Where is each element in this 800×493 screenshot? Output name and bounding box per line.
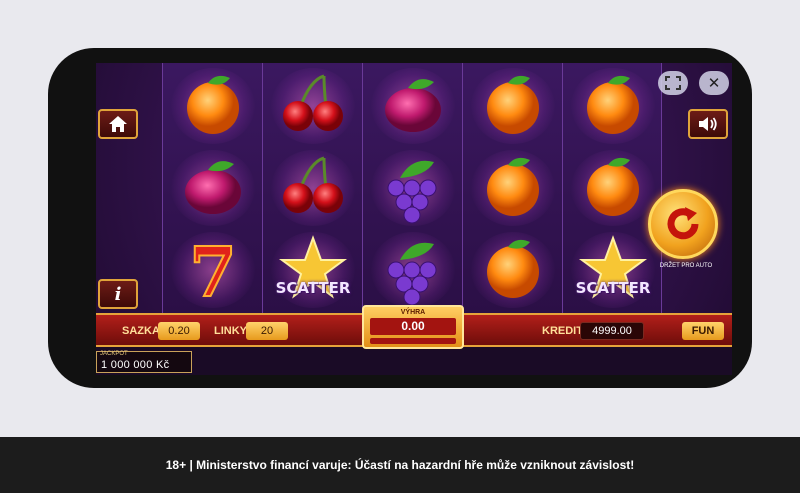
- fullscreen-button[interactable]: [658, 71, 688, 95]
- cherries-symbol: [263, 65, 363, 147]
- win-value: 0.00: [370, 318, 456, 335]
- close-button[interactable]: ✕: [699, 71, 729, 95]
- bet-label: SAZKA: [122, 325, 160, 337]
- win-strip: [370, 338, 456, 344]
- cherries-symbol: [263, 147, 363, 229]
- refresh-icon: [667, 207, 699, 240]
- fullscreen-icon: [665, 76, 681, 90]
- seven-icon: 7: [188, 234, 237, 306]
- plum-symbol: [363, 65, 463, 147]
- grapes-icon: [387, 242, 437, 306]
- gambling-warning: 18+ | Ministerstvo financí varuje: Účast…: [0, 437, 800, 493]
- spin-button[interactable]: [648, 189, 718, 259]
- orange-icon: [187, 75, 239, 134]
- reel-2: SCATTER: [262, 63, 362, 313]
- grapes-icon: [387, 160, 437, 224]
- orange-symbol: [463, 65, 563, 147]
- mode-badge[interactable]: FUN: [682, 322, 724, 340]
- autoplay-hint: DRŽET PRO AUTO: [659, 263, 713, 269]
- sound-button[interactable]: [688, 109, 728, 139]
- grapes-symbol: [363, 229, 463, 311]
- home-icon: [109, 116, 127, 132]
- plum-symbol: [163, 147, 263, 229]
- game-screen: 7 SCATTER SCATTER i ✕ DRŽET PRO AUTO SAZ…: [96, 63, 732, 375]
- jackpot-panel: JACKPOT 1 000 000 Kč: [96, 351, 192, 373]
- orange-symbol: [463, 147, 563, 229]
- orange-symbol: [163, 65, 263, 147]
- win-label: VÝHRA: [400, 309, 426, 316]
- reel-area: 7 SCATTER SCATTER: [162, 63, 662, 313]
- grapes-symbol: [363, 147, 463, 229]
- reel-4: [462, 63, 562, 313]
- credit-value: 4999.00: [580, 322, 644, 340]
- reel-1: 7: [162, 63, 262, 313]
- orange-icon: [487, 75, 539, 134]
- home-button[interactable]: [98, 109, 138, 139]
- lines-value[interactable]: 20: [246, 322, 288, 340]
- scatter-label: SCATTER: [275, 279, 351, 297]
- info-button[interactable]: i: [98, 279, 138, 309]
- scatter-symbol: SCATTER: [563, 229, 663, 311]
- credit-label: KREDIT: [542, 325, 583, 337]
- plum-icon: [385, 79, 441, 132]
- cherries-icon: [283, 74, 343, 131]
- scatter-label: SCATTER: [575, 279, 651, 297]
- seven-symbol: 7: [163, 229, 263, 311]
- reel-5: SCATTER: [562, 63, 662, 313]
- plum-icon: [185, 161, 241, 214]
- jackpot-title: JACKPOT: [100, 351, 128, 357]
- jackpot-value: 1 000 000 Kč: [101, 359, 170, 371]
- close-icon: ✕: [707, 75, 721, 92]
- scatter-symbol: SCATTER: [263, 229, 363, 311]
- cherries-icon: [283, 156, 343, 213]
- orange-icon: [587, 157, 639, 216]
- orange-icon: [487, 239, 539, 298]
- lines-label: LINKY: [214, 325, 247, 337]
- bet-value[interactable]: 0.20: [158, 322, 200, 340]
- orange-symbol: [463, 229, 563, 311]
- win-panel: VÝHRA 0.00: [362, 305, 464, 349]
- orange-icon: [487, 157, 539, 216]
- orange-symbol: [563, 65, 663, 147]
- svg-text:7: 7: [189, 234, 236, 306]
- speaker-icon: [699, 117, 717, 131]
- reel-3: [362, 63, 462, 313]
- info-icon: i: [114, 283, 122, 305]
- orange-icon: [587, 75, 639, 134]
- page: 7 SCATTER SCATTER i ✕ DRŽET PRO AUTO SAZ…: [0, 0, 800, 493]
